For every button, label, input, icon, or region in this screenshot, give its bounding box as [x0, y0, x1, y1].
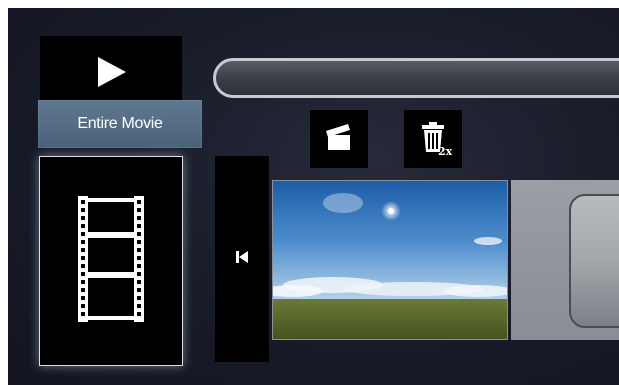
clapperboard-icon	[324, 123, 354, 156]
film-strip-icon	[76, 194, 146, 329]
skip-to-start-icon	[235, 250, 249, 269]
entire-movie-button[interactable]: Entire Movie	[38, 100, 202, 148]
timeline-scrubber[interactable]	[213, 58, 619, 98]
sky-over-grass-field-image	[273, 181, 507, 339]
add-title-button[interactable]	[310, 110, 368, 168]
entire-movie-label: Entire Movie	[77, 115, 163, 132]
delete-count-badge: 2x	[438, 145, 453, 158]
delete-clip-button[interactable]: 2x	[404, 110, 462, 168]
movie-editor-window: Entire Movie 2x	[8, 8, 619, 385]
clip-thumbnail[interactable]	[272, 180, 508, 340]
entire-movie-tile[interactable]	[39, 156, 183, 366]
clip-thumbnail[interactable]	[511, 180, 619, 340]
play-icon	[94, 55, 128, 89]
play-button[interactable]	[40, 36, 182, 108]
skip-to-start-button[interactable]	[215, 156, 269, 362]
blank-placeholder-image	[569, 194, 619, 328]
